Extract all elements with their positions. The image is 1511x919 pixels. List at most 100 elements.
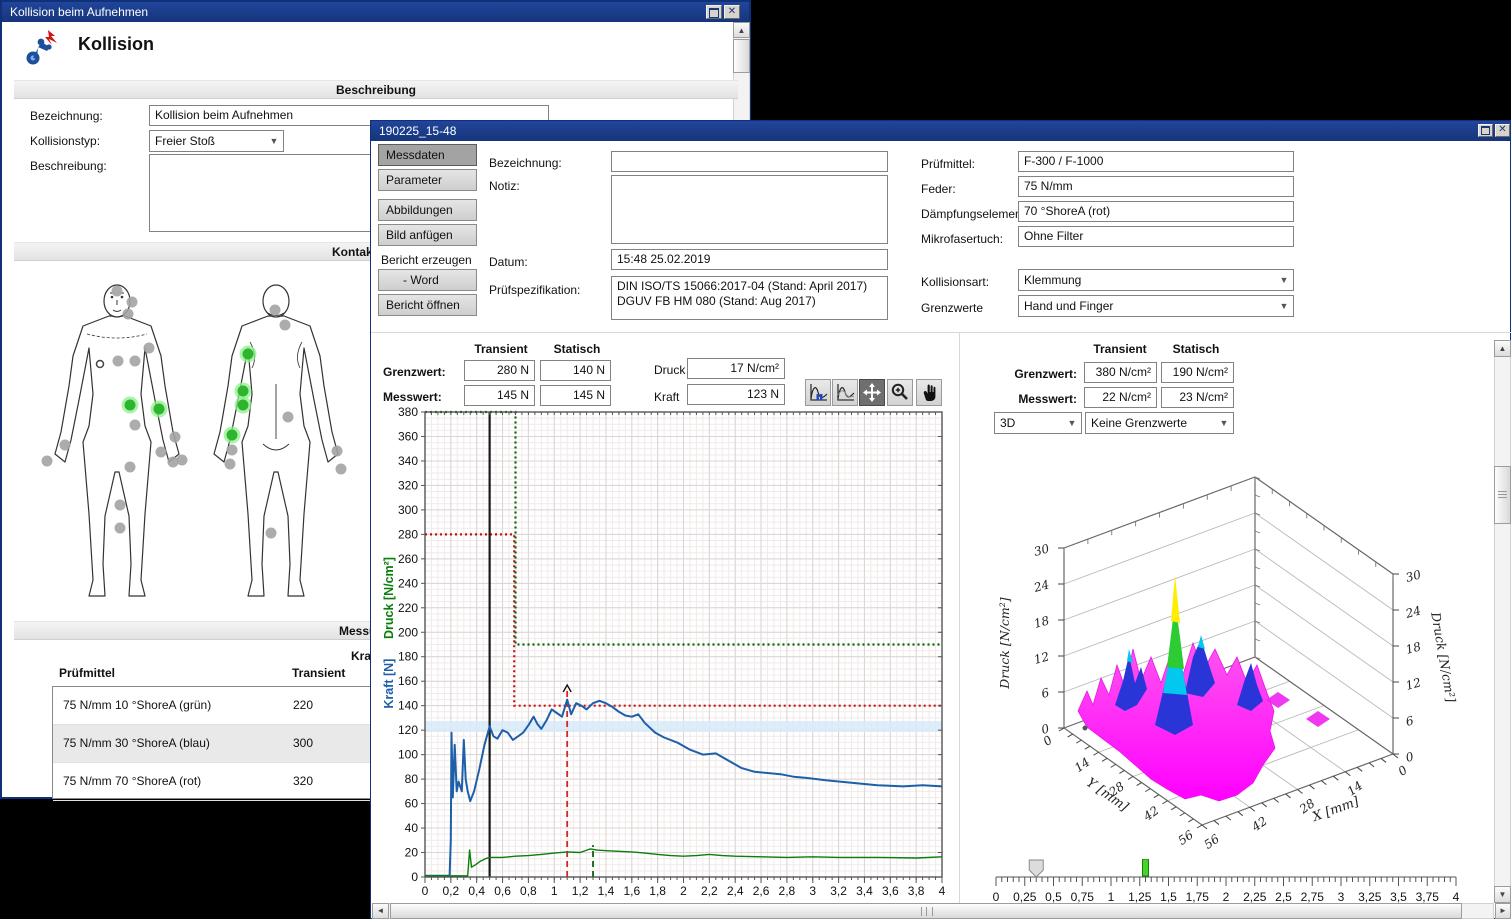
scroll-right-arrow[interactable]: ► <box>1495 903 1511 919</box>
titlebar-messung[interactable]: 190225_15-48 ✕ <box>371 121 1510 141</box>
svg-text:220: 220 <box>398 601 418 615</box>
slider-thumb[interactable] <box>1029 860 1043 877</box>
svg-text:2,6: 2,6 <box>753 884 770 898</box>
svg-text:6: 6 <box>1040 685 1051 701</box>
maximize-button[interactable] <box>1478 124 1493 137</box>
kraft-column-fragment: Kra <box>351 649 371 663</box>
contact-point-gray[interactable] <box>130 420 141 431</box>
curve-compare-button[interactable] <box>832 379 858 406</box>
bezeichnung-input[interactable] <box>611 151 888 172</box>
zoom-in-button[interactable] <box>887 379 913 406</box>
contact-point-gray[interactable] <box>177 455 188 466</box>
druck-label: Druck <box>654 363 685 377</box>
datum-input[interactable]: 15:48 25.02.2019 <box>611 249 888 270</box>
nav-bild-anfuegen-button[interactable]: Bild anfügen <box>378 224 477 246</box>
svg-text:0,75: 0,75 <box>1071 890 1095 904</box>
contact-point-gray[interactable] <box>332 446 343 457</box>
scroll-left-arrow[interactable]: ◄ <box>372 903 389 919</box>
contact-point-gray[interactable] <box>42 456 53 467</box>
table-row[interactable]: 75 N/mm 70 °ShoreA (rot)320 <box>53 763 377 801</box>
close-button[interactable]: ✕ <box>1495 124 1510 137</box>
bericht-oeffnen-button[interactable]: Bericht öffnen <box>378 294 477 316</box>
slider-marker[interactable] <box>1143 859 1149 876</box>
contact-point-gray[interactable] <box>266 528 277 539</box>
col-transient: Transient <box>1085 342 1155 356</box>
contact-point-gray[interactable] <box>156 447 167 458</box>
vscroll-thumb[interactable] <box>1494 466 1511 524</box>
contact-point-gray[interactable] <box>123 309 134 320</box>
svg-text:280: 280 <box>398 527 418 541</box>
contact-point-green-core[interactable] <box>154 404 165 415</box>
table-row[interactable]: 75 N/mm 30 °ShoreA (blau)300 <box>53 725 377 763</box>
contact-point-gray[interactable] <box>270 305 281 316</box>
word-button[interactable]: - Word <box>378 269 477 291</box>
contact-point-gray[interactable] <box>60 440 71 451</box>
kraft-label: Kraft <box>654 390 679 404</box>
scroll-up-arrow[interactable]: ▲ <box>733 22 750 38</box>
contact-point-gray[interactable] <box>115 523 126 534</box>
svg-text:Druck [N/cm²]: Druck [N/cm²] <box>382 557 396 639</box>
contact-point-gray[interactable] <box>112 286 123 297</box>
table-row[interactable]: 75 N/mm 10 °ShoreA (grün)220 <box>53 687 377 725</box>
contact-point-green-core[interactable] <box>243 349 254 360</box>
contact-point-gray[interactable] <box>227 445 238 456</box>
contact-point-gray[interactable] <box>144 343 155 354</box>
notiz-textarea[interactable] <box>611 175 888 244</box>
contact-point-gray[interactable] <box>127 297 138 308</box>
hand-button[interactable] <box>916 379 942 406</box>
panel-divider <box>959 333 960 903</box>
scroll-down-arrow[interactable]: ▼ <box>1494 886 1511 903</box>
kollisionstyp-combobox[interactable]: Freier Stoß ▼ <box>149 130 284 152</box>
daempfungselement-input[interactable]: 70 °ShoreA (rot) <box>1018 201 1294 222</box>
view-mode-combobox[interactable]: 3D ▼ <box>994 412 1082 434</box>
maximize-icon <box>1481 126 1490 135</box>
contact-point-green-core[interactable] <box>238 400 249 411</box>
svg-text:3: 3 <box>809 884 816 898</box>
kollisionsart-combobox[interactable]: Klemmung ▼ <box>1018 269 1294 291</box>
col-transient: Transient <box>466 342 536 356</box>
svg-text:0,25: 0,25 <box>1013 890 1037 904</box>
nav-abbildungen-button[interactable]: Abbildungen <box>378 199 477 221</box>
body-contact-diagram[interactable] <box>14 264 370 614</box>
feder-input[interactable]: 75 N/mm <box>1018 176 1294 197</box>
vscrollbar[interactable] <box>1494 340 1511 903</box>
window-title: 190225_15-48 <box>379 124 456 138</box>
contact-point-gray[interactable] <box>130 356 141 367</box>
chevron-down-icon: ▼ <box>267 133 281 149</box>
contact-point-gray[interactable] <box>113 356 124 367</box>
messwert-statisch-box: 145 N <box>540 385 611 406</box>
contact-point-green-core[interactable] <box>227 430 238 441</box>
maximize-button[interactable] <box>706 5 722 19</box>
time-slider[interactable]: 00,250,50,7511,251,51,7522,252,52,7533,2… <box>986 859 1476 905</box>
svg-text:42: 42 <box>1140 803 1161 824</box>
pressure-surface-3d-chart[interactable]: 06121824300612182430014284256564228140Dr… <box>975 443 1469 863</box>
back-vscroll-thumb[interactable] <box>733 39 750 73</box>
force-pressure-chart[interactable]: 00,20,40,60,811,21,41,61,822,22,42,62,83… <box>379 407 951 907</box>
nav-messdaten-button[interactable]: Messdaten <box>378 144 477 166</box>
contact-point-gray[interactable] <box>170 432 181 443</box>
contact-point-gray[interactable] <box>336 464 347 475</box>
nav-parameter-button[interactable]: Parameter <box>378 169 477 191</box>
contact-point-green-core[interactable] <box>238 386 249 397</box>
curve-pause-button[interactable] <box>805 379 831 406</box>
titlebar-kollision[interactable]: Kollision beim Aufnehmen ✕ <box>2 2 749 22</box>
contact-point-gray[interactable] <box>115 500 126 511</box>
mikrofasertuch-input[interactable]: Ohne Filter <box>1018 226 1294 247</box>
contact-point-gray[interactable] <box>225 459 236 470</box>
grenzwert-transient-box: 280 N <box>464 360 535 381</box>
contact-point-gray[interactable] <box>125 462 136 473</box>
grenzwerte-mode-combobox[interactable]: Keine Grenzwerte ▼ <box>1085 412 1234 434</box>
contact-point-gray[interactable] <box>283 412 294 423</box>
grenzwerte-combobox[interactable]: Hand und Finger ▼ <box>1018 295 1294 317</box>
close-icon: ✕ <box>728 6 736 17</box>
pruefspezifikation-textarea[interactable]: DIN ISO/TS 15066:2017-04 (Stand: April 2… <box>611 276 888 320</box>
svg-text:24: 24 <box>1403 603 1422 621</box>
pan-button[interactable] <box>859 379 885 406</box>
scroll-up-arrow[interactable]: ▲ <box>1494 340 1511 357</box>
contact-point-gray[interactable] <box>280 320 291 331</box>
contact-point-green-core[interactable] <box>125 400 136 411</box>
hscroll-thumb[interactable] <box>390 903 1462 919</box>
svg-text:6: 6 <box>1404 713 1415 729</box>
pruefmittel-input[interactable]: F-300 / F-1000 <box>1018 151 1294 172</box>
close-button[interactable]: ✕ <box>724 5 740 19</box>
